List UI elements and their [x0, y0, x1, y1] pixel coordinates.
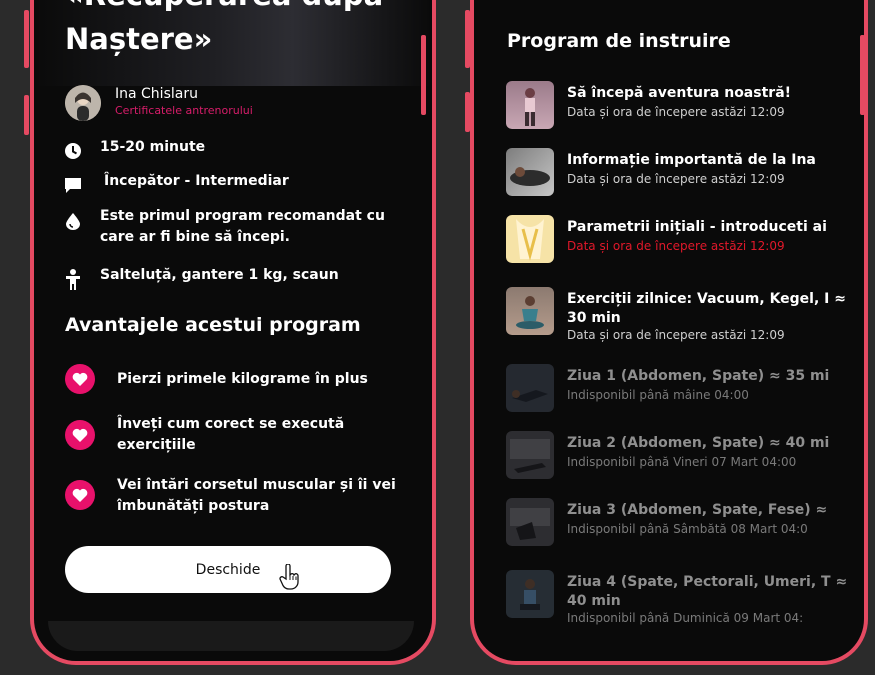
lesson-thumbnail	[506, 364, 554, 412]
lesson-thumbnail	[506, 431, 554, 479]
phone-bottom-bezel	[48, 621, 414, 651]
lesson-subtitle: Data și ora de începere astăzi 12:09	[567, 105, 785, 119]
lesson-subtitle: Indisponibil până mâine 04:00	[567, 388, 749, 402]
program-title-line1: «Recuperarea după	[65, 0, 383, 12]
duration-text: 15-20 minute	[100, 139, 206, 155]
lesson-title: Ziua 1 (Abdomen, Spate) ≈ 35 mi	[567, 368, 830, 384]
lesson-thumbnail	[506, 570, 554, 618]
lesson-item[interactable]: Parametrii inițiali - introduceti ai Dat…	[506, 215, 864, 275]
lesson-subtitle: Indisponibil până Sâmbătă 08 Mart 04:0	[567, 522, 808, 536]
program-title-line2: Naștere»	[65, 22, 213, 56]
hand-cursor-icon	[279, 564, 299, 590]
lesson-item[interactable]: Ziua 2 (Abdomen, Spate) ≈ 40 mi Indispon…	[506, 431, 864, 491]
side-button	[24, 95, 29, 135]
lesson-subtitle: Data și ora de începere astăzi 12:09	[567, 328, 785, 342]
drop-icon	[66, 213, 80, 230]
side-button	[421, 35, 426, 115]
lesson-item[interactable]: Ziua 4 (Spate, Pectorali, Umeri, T ≈ 40 …	[506, 570, 864, 630]
side-button	[465, 92, 470, 132]
side-button	[465, 10, 470, 68]
lesson-title: Să începă aventura noastră!	[567, 85, 792, 101]
benefit-3-text: Vei întări corsetul muscular și îi vei î…	[117, 477, 396, 514]
lesson-thumbnail	[506, 215, 554, 263]
lesson-thumbnail	[506, 148, 554, 196]
person-icon	[66, 269, 80, 290]
lesson-thumbnail	[506, 81, 554, 129]
benefit-3-badge	[65, 480, 95, 510]
lesson-item[interactable]: Informație importantă de la Ina Data și …	[506, 148, 864, 208]
trainer-avatar[interactable]	[65, 85, 101, 121]
lesson-title: Parametrii inițiali - introduceti ai	[567, 219, 827, 235]
benefit-1-badge	[65, 364, 95, 394]
lesson-subtitle: Indisponibil până Duminică 09 Mart 04:	[567, 611, 804, 625]
lesson-subtitle: Indisponibil până Vineri 07 Mart 04:00	[567, 455, 797, 469]
lesson-thumbnail	[506, 498, 554, 546]
recommendation-text: Este primul program recomandat cu care a…	[100, 208, 385, 245]
lesson-item[interactable]: Să începă aventura noastră! Data și ora …	[506, 81, 864, 141]
lesson-subtitle: Data și ora de începere astăzi 12:09	[567, 239, 785, 253]
heart-icon	[72, 428, 88, 442]
benefit-2-text: Înveți cum corect se execută exercițiile	[117, 416, 345, 453]
equipment-text: Salteluță, gantere 1 kg, scaun	[100, 267, 339, 283]
lesson-item[interactable]: Ziua 3 (Abdomen, Spate, Fese) ≈ Indispon…	[506, 498, 864, 558]
training-program-heading: Program de instruire	[507, 30, 731, 52]
lesson-title: Ziua 4 (Spate, Pectorali, Umeri, T ≈ 40 …	[567, 574, 848, 609]
side-button	[24, 10, 29, 68]
lesson-title: Exerciții zilnice: Vacuum, Kegel, I ≈ 30…	[567, 291, 846, 326]
lesson-thumbnail	[506, 287, 554, 335]
trainer-certificates-link[interactable]: Certificatele antrenorului	[115, 104, 253, 117]
benefit-1-text: Pierzi primele kilograme în plus	[117, 371, 368, 387]
side-button	[860, 35, 865, 115]
lesson-subtitle: Data și ora de începere astăzi 12:09	[567, 172, 785, 186]
lesson-title: Informație importantă de la Ina	[567, 152, 816, 168]
lesson-title: Ziua 3 (Abdomen, Spate, Fese) ≈	[567, 502, 828, 518]
heart-icon	[72, 488, 88, 502]
trainer-name[interactable]: Ina Chislaru	[115, 86, 198, 102]
open-button[interactable]: Deschide	[65, 546, 391, 593]
benefits-heading: Avantajele acestui program	[65, 314, 361, 336]
lesson-item[interactable]: Exerciții zilnice: Vacuum, Kegel, I ≈ 30…	[506, 287, 864, 347]
clock-icon	[65, 143, 81, 159]
program-details-phone: «Recuperarea după Naștere» Ina Chislaru …	[30, 0, 436, 665]
heart-icon	[72, 372, 88, 386]
benefit-2-badge	[65, 420, 95, 450]
lesson-item[interactable]: Ziua 1 (Abdomen, Spate) ≈ 35 mi Indispon…	[506, 364, 864, 424]
level-text: Începător - Intermediar	[104, 173, 289, 189]
lesson-title: Ziua 2 (Abdomen, Spate) ≈ 40 mi	[567, 435, 830, 451]
training-program-phone: Program de instruire Să începă aventura …	[470, 0, 868, 665]
speech-bubble-icon	[65, 178, 81, 193]
